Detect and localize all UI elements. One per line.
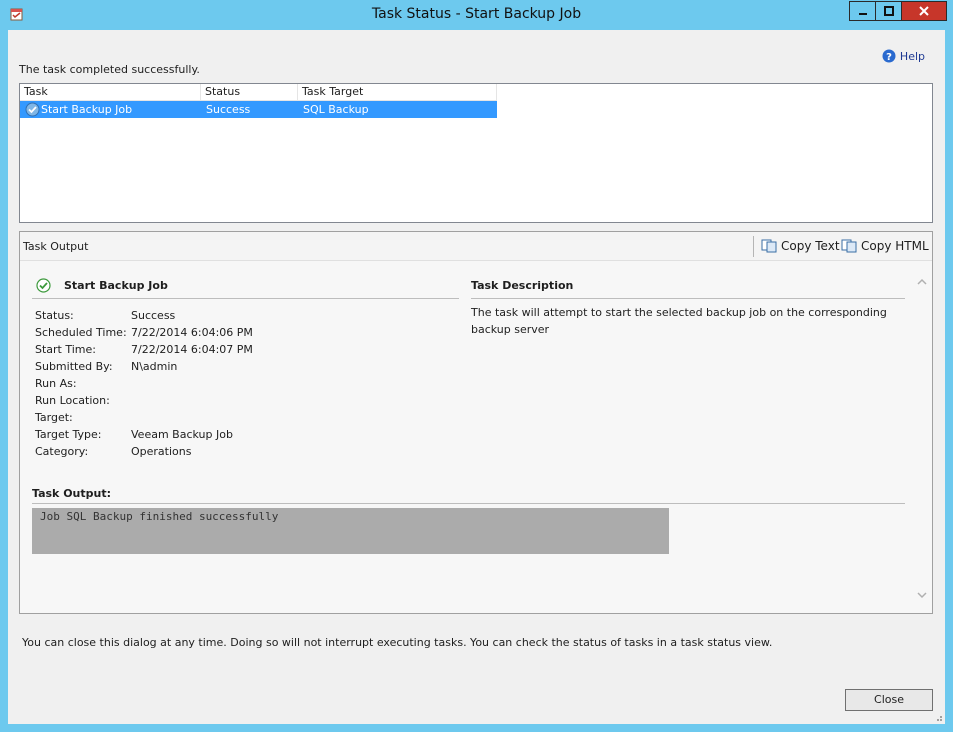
dialog-window: Task Status - Start Backup Job ? Help Th… — [0, 0, 953, 732]
property-row: Category: Operations — [35, 443, 253, 460]
check-circle-icon — [25, 102, 40, 117]
window-title: Task Status - Start Backup Job — [371, 6, 582, 22]
toolbar-separator — [753, 236, 754, 257]
title-bar[interactable]: Task Status - Start Backup Job — [0, 0, 953, 30]
property-row: Status: Success — [35, 307, 253, 324]
property-value: N\admin — [131, 360, 178, 373]
task-cell-status: Success — [206, 103, 251, 116]
task-detail-title: Start Backup Job — [64, 279, 168, 292]
task-output-panel: Task Output Copy Text Copy HTML Start Ba… — [19, 231, 933, 614]
copy-text-button[interactable]: Copy Text — [761, 239, 840, 253]
task-description-title: Task Description — [471, 279, 574, 292]
task-output-heading: Task Output: — [32, 487, 905, 504]
help-label[interactable]: Help — [900, 50, 925, 63]
property-label: Scheduled Time: — [35, 326, 127, 339]
task-list[interactable]: Task Status Task Target Start Backup Job… — [19, 83, 933, 223]
property-label: Status: — [35, 309, 74, 322]
success-check-icon — [36, 278, 51, 293]
property-value: 7/22/2014 6:04:06 PM — [131, 326, 253, 339]
maximize-button[interactable] — [875, 1, 901, 21]
close-window-button[interactable] — [901, 1, 947, 21]
property-value: 7/22/2014 6:04:07 PM — [131, 343, 253, 356]
task-cell-name: Start Backup Job — [41, 103, 133, 116]
property-label: Run As: — [35, 377, 77, 390]
output-panel-title: Task Output — [23, 240, 89, 253]
svg-text:?: ? — [886, 52, 892, 63]
column-header-task[interactable]: Task — [20, 84, 201, 100]
property-row: Target: — [35, 409, 253, 426]
close-button[interactable]: Close — [845, 689, 933, 711]
task-properties: Status: Success Scheduled Time: 7/22/2014 … — [35, 307, 253, 460]
column-header-status[interactable]: Status — [201, 84, 298, 100]
copy-text-label: Copy Text — [781, 239, 840, 253]
property-label: Start Time: — [35, 343, 96, 356]
task-cell-target: SQL Backup — [303, 103, 369, 116]
property-label: Target: — [35, 411, 73, 424]
property-row: Target Type: Veeam Backup Job — [35, 426, 253, 443]
help-icon: ? — [882, 49, 896, 63]
maximize-icon — [883, 6, 894, 16]
property-row: Start Time: 7/22/2014 6:04:07 PM — [35, 341, 253, 358]
property-row: Scheduled Time: 7/22/2014 6:04:06 PM — [35, 324, 253, 341]
task-detail-heading: Start Backup Job — [32, 278, 459, 299]
property-label: Submitted By: — [35, 360, 113, 373]
dialog-client: ? Help The task completed successfully. … — [8, 30, 945, 724]
copy-html-button[interactable]: Copy HTML — [841, 239, 929, 253]
property-value: Success — [131, 309, 176, 322]
property-row: Run As: — [35, 375, 253, 392]
minimize-button[interactable] — [849, 1, 875, 21]
task-row[interactable]: Start Backup Job Success SQL Backup — [20, 101, 497, 118]
task-list-header: Task Status Task Target — [20, 84, 497, 101]
minimize-icon — [858, 13, 867, 15]
footer-note: You can close this dialog at any time. D… — [22, 636, 773, 649]
property-label: Category: — [35, 445, 89, 458]
property-label: Target Type: — [35, 428, 102, 441]
property-value: Operations — [131, 445, 192, 458]
task-output-text: Job SQL Backup finished successfully — [40, 510, 279, 523]
column-header-target[interactable]: Task Target — [298, 84, 497, 100]
scroll-down-icon[interactable] — [916, 589, 928, 601]
property-row: Run Location: — [35, 392, 253, 409]
status-message: The task completed successfully. — [19, 63, 200, 76]
output-toolbar: Task Output Copy Text Copy HTML — [20, 232, 932, 261]
task-output-box[interactable]: Job SQL Backup finished successfully — [32, 508, 669, 554]
property-label: Run Location: — [35, 394, 110, 407]
copy-text-icon — [761, 239, 777, 253]
property-row: Submitted By: N\admin — [35, 358, 253, 375]
task-description-heading: Task Description — [471, 278, 905, 299]
task-description: The task will attempt to start the selec… — [471, 306, 887, 336]
resize-grip-icon[interactable] — [933, 712, 943, 722]
task-output-title: Task Output: — [32, 487, 112, 500]
property-value: Veeam Backup Job — [131, 428, 233, 441]
copy-html-label: Copy HTML — [861, 239, 929, 253]
help-link[interactable]: ? Help — [882, 49, 925, 63]
scroll-up-icon[interactable] — [916, 276, 928, 288]
caption-buttons — [849, 1, 947, 21]
close-icon — [919, 6, 929, 16]
copy-html-icon — [841, 239, 857, 253]
